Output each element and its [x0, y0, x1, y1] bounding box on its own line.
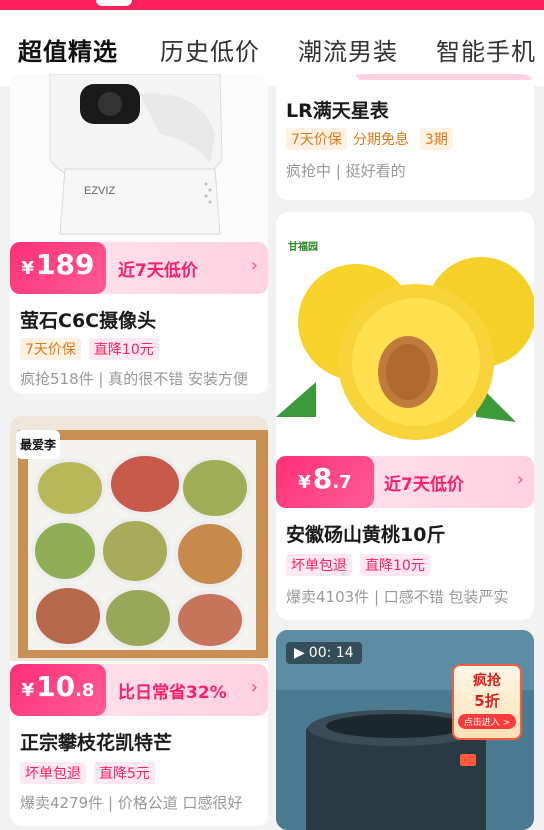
price-box: ¥ 8 .7 [276, 456, 374, 508]
price-tag-label: 比日常省32% [118, 683, 227, 703]
product-title: 正宗攀枝花凯特芒 [20, 732, 173, 754]
tab-trend-men[interactable]: 潮流男装 [298, 32, 398, 67]
tag-bad-return: 坏单包退 [286, 554, 352, 576]
price-decimal: .8 [75, 680, 95, 701]
product-tags: 7天价保 分期免息 3期 [286, 128, 453, 150]
product-card-peach[interactable]: 甘福园 ¥ 8 .7 近7天低价 › 安徽砀山黄桃10斤 坏单包退 直降10元 … [276, 212, 534, 620]
product-card-speaker-video[interactable]: ▶ 00: 14 疯抢 5折 点击进入 > [276, 630, 534, 830]
product-card-mango[interactable]: 最爱李 ¥ 10 .8 比日常省32% › 正宗攀枝花凯特芒 坏单包退 直降5元… [10, 416, 268, 826]
play-icon: ▶ [294, 645, 305, 661]
camera-brand-label: EZVIZ [84, 185, 115, 197]
status-accent-bar [0, 0, 544, 10]
product-card-camera[interactable]: EZVIZ ¥ 189 近7天低价 › 萤石C6C摄像头 7天价保 直降10元 … [10, 74, 268, 394]
currency-symbol: ¥ [298, 472, 311, 493]
tab-history-low[interactable]: 历史低价 [160, 32, 260, 67]
currency-symbol: ¥ [21, 680, 35, 701]
tag-price-protect: 7天价保 [20, 338, 81, 360]
brand-badge: 甘福园 [284, 232, 322, 259]
camera-image: EZVIZ [10, 74, 268, 244]
price-box: ¥ 189 [10, 242, 106, 294]
tab-smartphone[interactable]: 智能手机 [436, 32, 536, 67]
promo-line-2: 5折 [474, 692, 500, 710]
price-integer: 8 [312, 462, 333, 495]
product-title: 萤石C6C摄像头 [20, 310, 157, 332]
chevron-right-icon: › [250, 255, 258, 276]
tag-installment: 分期免息 [352, 132, 409, 148]
product-title: LR满天星表 [286, 100, 389, 122]
product-meta: 疯抢中 | 挺好看的 [286, 162, 406, 180]
tag-bad-return: 坏单包退 [20, 762, 86, 784]
currency-symbol: ¥ [21, 258, 35, 279]
tag-installment-period: 3期 [419, 128, 453, 150]
chevron-right-icon: › [250, 677, 258, 698]
price-bar: ¥ 8 .7 近7天低价 › [276, 456, 534, 508]
promo-enter-button[interactable]: 点击进入 > [458, 714, 516, 729]
price-tag-label: 近7天低价 [118, 261, 198, 281]
product-tags: 7天价保 直降10元 [20, 338, 159, 360]
tag-price-protect: 7天价保 [286, 128, 347, 150]
price-decimal: .7 [332, 472, 352, 493]
price-bar-remnant [356, 74, 534, 80]
tag-discount: 直降10元 [88, 338, 159, 360]
product-card-watch[interactable]: LR满天星表 7天价保 分期免息 3期 疯抢中 | 挺好看的 [276, 74, 534, 200]
brand-badge: 最爱李 [16, 430, 61, 459]
product-tags: 坏单包退 直降10元 [286, 554, 430, 576]
promo-line-1: 疯抢 [473, 673, 501, 689]
promo-badge[interactable]: 疯抢 5折 点击进入 > [452, 664, 522, 740]
product-tags: 坏单包退 直降5元 [20, 762, 155, 784]
video-duration: ▶ 00: 14 [286, 642, 362, 664]
video-camera-icon [460, 754, 476, 766]
chevron-right-icon: › [516, 469, 524, 490]
price-box: ¥ 10 .8 [10, 664, 106, 716]
price-integer: 10 [36, 670, 76, 703]
product-meta: 疯抢518件 | 真的很不错 安装方便 [20, 370, 248, 388]
price-tag-label: 近7天低价 [384, 475, 464, 495]
price-integer: 189 [36, 248, 95, 281]
product-title: 安徽砀山黄桃10斤 [286, 524, 446, 546]
product-meta: 爆卖4103件 | 口感不错 包装严实 [286, 588, 509, 606]
scroll-indicator [96, 0, 132, 6]
video-time: 00: 14 [308, 645, 354, 661]
tag-discount: 直降5元 [94, 762, 155, 784]
tab-super-value[interactable]: 超值精选 [18, 32, 118, 67]
price-bar: ¥ 189 近7天低价 › [10, 242, 268, 294]
tag-discount: 直降10元 [360, 554, 430, 576]
price-bar: ¥ 10 .8 比日常省32% › [10, 664, 268, 716]
